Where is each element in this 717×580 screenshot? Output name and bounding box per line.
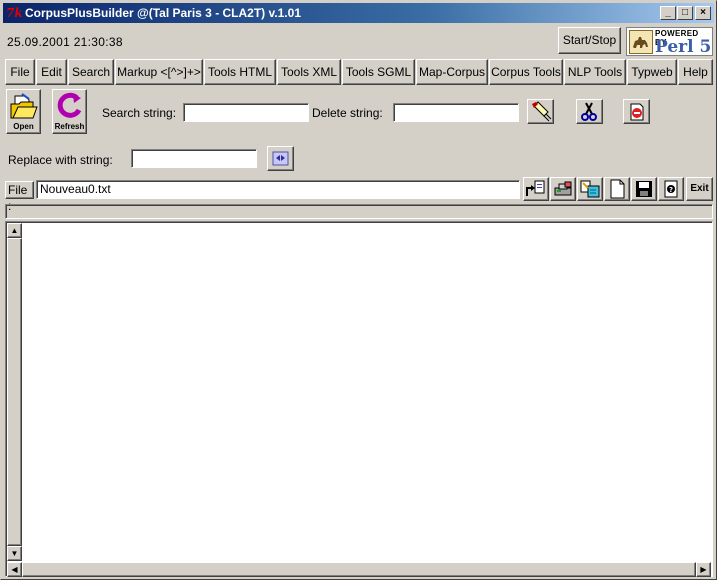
open-doc-button[interactable] (523, 177, 549, 201)
app-window: 7k CorpusPlusBuilder @(Tal Paris 3 - CLA… (0, 0, 717, 580)
open-label: Open (13, 122, 34, 131)
replace-button[interactable] (267, 146, 294, 171)
save-button[interactable] (631, 177, 657, 201)
printer-icon (554, 181, 572, 196)
menu-corpus-tools[interactable]: Corpus Tools (489, 59, 563, 85)
horizontal-scrollbar[interactable]: ◀ ▶ (7, 562, 711, 577)
text-editor-area[interactable]: ▲ ▼ ◀ ▶ (5, 221, 713, 577)
menu-map-corpus[interactable]: Map-Corpus (416, 59, 488, 85)
status-bar (5, 204, 713, 219)
perl-text: Perl 5 (655, 37, 712, 56)
scroll-left-arrow-icon[interactable]: ◀ (7, 562, 22, 577)
minimize-button[interactable]: _ (660, 6, 676, 20)
floppy-disk-icon (636, 181, 652, 197)
camel-icon (629, 30, 653, 54)
print-button[interactable] (550, 177, 576, 201)
menu-tools-html[interactable]: Tools HTML (204, 59, 276, 85)
search-string-input[interactable] (183, 103, 309, 122)
delete-string-input[interactable] (393, 103, 519, 122)
maximize-button[interactable]: □ (677, 6, 693, 20)
datetime-display: 25.09.2001 21:30:38 (7, 35, 123, 49)
browse-button[interactable] (577, 177, 603, 201)
menu-edit[interactable]: Edit (36, 59, 67, 85)
open-folder-icon (10, 93, 38, 119)
menu-nlp-tools[interactable]: NLP Tools (564, 59, 626, 85)
menu-tools-sgml[interactable]: Tools SGML (342, 59, 415, 85)
exit-button[interactable]: Exit (686, 177, 713, 201)
scroll-right-arrow-icon[interactable]: ▶ (696, 562, 711, 577)
menu-help[interactable]: Help (678, 59, 713, 85)
svg-text:?: ? (669, 186, 673, 194)
help-doc-icon: ? (664, 180, 678, 198)
replace-icon (272, 151, 289, 166)
help-button[interactable]: ? (658, 177, 684, 201)
delete-file-button[interactable] (623, 99, 650, 124)
horizontal-scroll-thumb[interactable] (22, 562, 696, 577)
scroll-down-arrow-icon[interactable]: ▼ (7, 546, 22, 561)
browse-files-icon (580, 180, 600, 198)
close-button[interactable]: × (695, 6, 711, 20)
menu-search[interactable]: Search (68, 59, 114, 85)
flashlight-icon (532, 101, 552, 122)
search-string-label: Search string: (102, 106, 177, 120)
replace-string-label: Replace with string: (8, 153, 113, 167)
replace-string-input[interactable] (131, 149, 257, 168)
menu-file[interactable]: File (5, 59, 35, 85)
menu-tools-xml[interactable]: Tools XML (277, 59, 341, 85)
file-label: File : (5, 181, 34, 213)
flashlight-button[interactable] (527, 99, 554, 124)
open-doc-icon (526, 180, 545, 196)
refresh-label: Refresh (54, 122, 85, 131)
file-name-input[interactable]: Nouveau0.txt (36, 180, 520, 199)
start-stop-button[interactable]: Start/Stop (558, 27, 621, 54)
scroll-up-arrow-icon[interactable]: ▲ (7, 223, 22, 238)
window-title: CorpusPlusBuilder @(Tal Paris 3 - CLA2T)… (25, 6, 301, 20)
vertical-scrollbar[interactable]: ▲ ▼ (7, 223, 22, 561)
menu-markup[interactable]: Markup <[^>]+> (115, 59, 203, 85)
title-bar[interactable]: 7k CorpusPlusBuilder @(Tal Paris 3 - CLA… (3, 3, 714, 23)
cut-button[interactable] (576, 99, 603, 124)
new-file-button[interactable] (604, 177, 630, 201)
delete-doc-icon (630, 103, 644, 121)
scissors-icon (581, 102, 597, 121)
tk-app-icon[interactable]: 7k (6, 6, 23, 20)
open-button[interactable]: Open (6, 89, 41, 134)
refresh-button[interactable]: Refresh (52, 89, 87, 134)
delete-string-label: Delete string: (312, 106, 383, 120)
powered-by-perl-logo: POWERED BY Perl 5 (626, 27, 713, 56)
refresh-icon (57, 92, 82, 118)
vertical-scroll-thumb[interactable] (7, 238, 22, 546)
new-doc-icon (610, 179, 625, 199)
menu-typweb[interactable]: Typweb (627, 59, 677, 85)
